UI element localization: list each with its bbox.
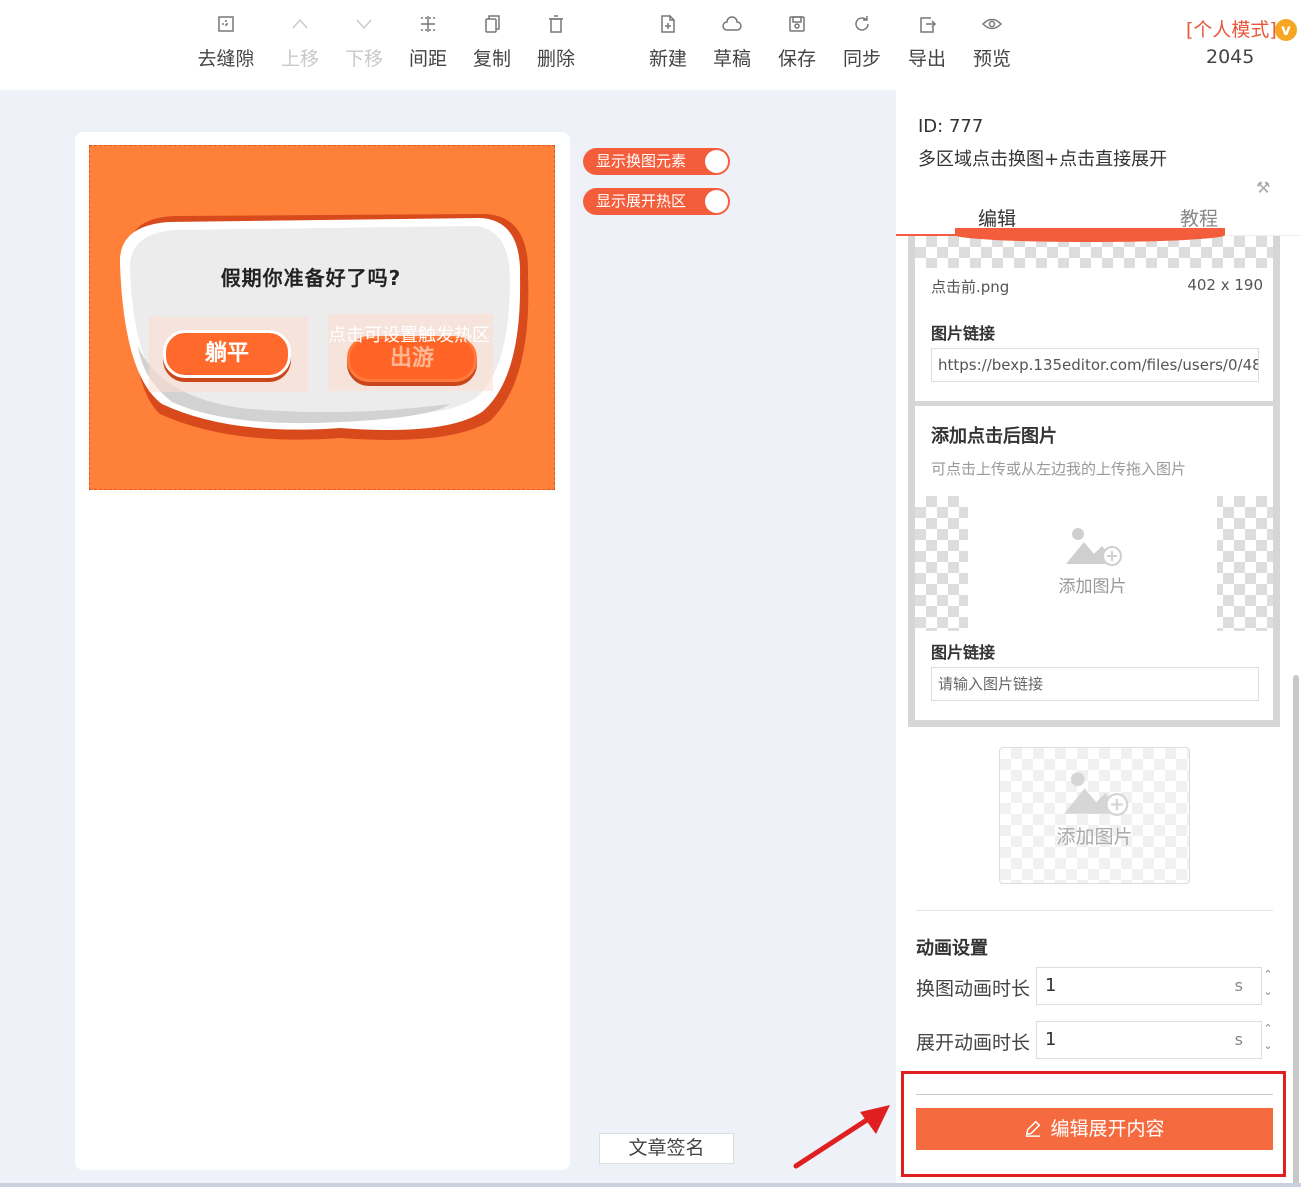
save-button[interactable]: 保存 <box>765 14 829 71</box>
swap-duration-value: 1 <box>1045 975 1057 996</box>
sync-label: 同步 <box>842 48 881 70</box>
highlight-box <box>901 1071 1286 1177</box>
chevron-down-icon <box>332 14 396 40</box>
lie-flat-button[interactable]: 躺平 <box>163 330 291 378</box>
expand-duration-value: 1 <box>1045 1029 1057 1050</box>
chevron-up-icon[interactable]: ⌃ <box>1262 1020 1274 1037</box>
delete-label: 删除 <box>536 48 575 70</box>
after-image-link-input[interactable]: 请输入图片链接 <box>931 667 1259 701</box>
after-image-title: 添加点击后图片 <box>931 426 1057 447</box>
chevron-up-icon <box>268 14 332 40</box>
add-image-button[interactable]: 添加图片 <box>999 747 1190 884</box>
preview-label: 预览 <box>972 48 1011 70</box>
eye-icon <box>960 14 1024 40</box>
move-up-button[interactable]: 上移 <box>268 14 332 71</box>
before-image-filename: 点击前.png <box>931 278 1010 296</box>
top-toolbar: 去缝隙 上移 下移 间距 复制 删除 新建 草稿 保存 同步 导出 预览 [个人… <box>0 0 1301 90</box>
toggle-show-expand-hotspot[interactable]: 显示展开热区 <box>583 188 730 215</box>
new-file-icon <box>636 14 700 40</box>
expand-duration-label: 展开动画时长 <box>916 1032 1031 1054</box>
copy-button[interactable]: 复制 <box>460 14 524 71</box>
hotspot-hint: 点击可设置触发热区 <box>328 325 490 346</box>
after-image-hint: 可点击上传或从左边我的上传拖入图片 <box>931 460 1187 478</box>
copy-icon <box>460 14 524 40</box>
new-button[interactable]: 新建 <box>636 14 700 71</box>
toggle-show-swap-elements[interactable]: 显示换图元素 <box>583 148 730 175</box>
sync-button[interactable]: 同步 <box>830 14 894 71</box>
export-button[interactable]: 导出 <box>895 14 959 71</box>
tools-icon[interactable]: ⚒ <box>1256 178 1270 197</box>
toggle-swap-label: 显示换图元素 <box>596 152 687 170</box>
move-down-button[interactable]: 下移 <box>332 14 396 71</box>
personal-mode-switch[interactable]: [个人模式] v <box>1186 15 1297 42</box>
remove-gap-button[interactable]: 去缝隙 <box>194 14 258 71</box>
expand-duration-unit: s <box>1234 1030 1243 1049</box>
preview-button[interactable]: 预览 <box>960 14 1024 71</box>
before-link-label: 图片链接 <box>931 324 996 343</box>
before-image-card: 点击前.png 402 x 190 图片链接 https://bexp.135e… <box>908 228 1280 408</box>
swap-duration-unit: s <box>1234 976 1243 995</box>
tab-edit[interactable]: 编辑 <box>896 204 1098 231</box>
swap-image-component[interactable]: 假期你准备好了吗? 躺平 出游 点击可设置触发热区 <box>89 145 555 490</box>
add-image-text: 添加图片 <box>1058 577 1127 597</box>
cloud-icon <box>700 14 764 40</box>
expand-duration-stepper[interactable]: ⌃ ⌄ <box>1262 1020 1274 1054</box>
swap-duration-stepper[interactable]: ⌃ ⌄ <box>1262 966 1274 1000</box>
image-add-icon <box>1065 528 1122 566</box>
copy-label: 复制 <box>472 48 511 70</box>
usage-count: 2045 <box>1206 46 1255 68</box>
new-label: 新建 <box>648 48 687 70</box>
save-label: 保存 <box>777 48 816 70</box>
move-up-label: 上移 <box>280 48 319 70</box>
toggle-expand-label: 显示展开热区 <box>596 192 687 210</box>
arrow-annotation-icon <box>793 1105 890 1169</box>
move-down-label: 下移 <box>344 48 383 70</box>
settings-panel: ID: 777 多区域点击换图+点击直接展开 ⚒ 编辑 教程 点击前.png 4… <box>896 90 1301 1187</box>
save-icon <box>765 14 829 40</box>
vip-badge-icon: v <box>1274 19 1297 41</box>
remove-gap-label: 去缝隙 <box>197 48 255 70</box>
toggle-knob <box>705 190 728 213</box>
sync-icon <box>830 14 894 40</box>
article-signature-button[interactable]: 文章签名 <box>599 1133 734 1164</box>
section-divider <box>916 910 1273 911</box>
remove-gap-icon <box>194 14 258 40</box>
bottom-edge <box>0 1183 1301 1187</box>
trash-icon <box>524 14 588 40</box>
export-label: 导出 <box>907 48 946 70</box>
after-link-label: 图片链接 <box>931 643 996 662</box>
spacing-icon <box>396 14 460 40</box>
before-image-dimensions: 402 x 190 <box>1187 276 1263 294</box>
swap-duration-label: 换图动画时长 <box>916 978 1031 1000</box>
template-name: 多区域点击换图+点击直接展开 <box>918 149 1168 170</box>
add-image-text: 添加图片 <box>1056 826 1133 848</box>
add-after-image-button[interactable]: 添加图片 <box>968 496 1217 631</box>
expand-duration-input[interactable]: 1 s <box>1036 1021 1262 1059</box>
tab-tutorial[interactable]: 教程 <box>1098 204 1300 231</box>
spacing-button[interactable]: 间距 <box>396 14 460 71</box>
before-image-preview[interactable] <box>915 228 1273 268</box>
question-text: 假期你准备好了吗? <box>220 266 402 290</box>
after-image-card: 添加点击后图片 可点击上传或从左边我的上传拖入图片 添加图片 图片链接 请输入图… <box>908 401 1280 727</box>
image-add-icon <box>1063 772 1128 816</box>
before-image-link-input[interactable]: https://bexp.135editor.com/files/users/0… <box>931 348 1259 382</box>
delete-button[interactable]: 删除 <box>524 14 588 71</box>
export-icon <box>895 14 959 40</box>
mode-label: [个人模式] <box>1186 19 1277 41</box>
toggle-knob <box>705 150 728 173</box>
panel-scrollbar[interactable] <box>1293 675 1299 1187</box>
animation-settings-title: 动画设置 <box>916 938 988 959</box>
swap-duration-input[interactable]: 1 s <box>1036 967 1262 1005</box>
chevron-down-icon[interactable]: ⌄ <box>1262 1037 1274 1054</box>
draft-label: 草稿 <box>712 48 751 70</box>
draft-button[interactable]: 草稿 <box>700 14 764 71</box>
after-image-dropzone[interactable]: 添加图片 <box>915 496 1273 631</box>
template-id: ID: 777 <box>918 116 984 137</box>
chevron-up-icon[interactable]: ⌃ <box>1262 966 1274 983</box>
spacing-label: 间距 <box>408 48 447 70</box>
chevron-down-icon[interactable]: ⌄ <box>1262 983 1274 1000</box>
